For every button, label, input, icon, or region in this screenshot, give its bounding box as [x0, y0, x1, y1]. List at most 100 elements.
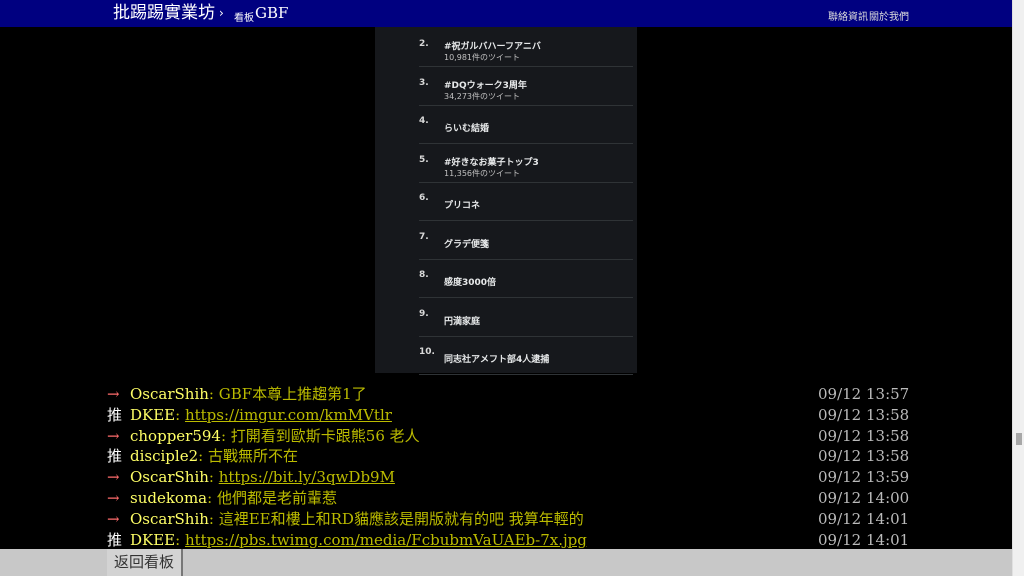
- push-username: OscarShih: [130, 385, 209, 403]
- trend-title: 円満家庭: [444, 316, 481, 327]
- push-content-text: :: [208, 468, 219, 487]
- push-content-text: :: [175, 530, 185, 549]
- trend-title: 同志社アメフト部4人逮捕: [444, 355, 550, 365]
- scrollbar-thumb[interactable]: [1016, 433, 1022, 445]
- push-content-link[interactable]: https://imgur.com/kmMVtlr: [185, 406, 392, 424]
- push-content-text: : GBF本尊上推趨第1了: [208, 385, 367, 403]
- push-userid: disciple2: 古戰無所不在: [130, 446, 298, 467]
- push-comment-row: → OscarShih: https://bit.ly/3qwDb9M 09/12 …: [107, 467, 917, 488]
- push-userid: OscarShih: GBF本尊上推趨第1了: [130, 384, 367, 405]
- push-userid: DKEE: https://pbs.twimg.com/media/Fcbubm…: [130, 530, 587, 551]
- push-userid: sudekoma: 他們都是老前輩惹: [130, 488, 337, 509]
- breadcrumb-separator: ›: [219, 6, 224, 20]
- top-bar: 批踢踢實業坊 › 看板 GBF 聯絡資訊 關於我們: [0, 0, 1012, 27]
- breadcrumb-board-prefix[interactable]: 看板: [234, 9, 254, 24]
- push-comment-row: 推 disciple2: 古戰無所不在 09/12 13:58: [107, 446, 917, 467]
- trend-title: プリコネ: [444, 201, 481, 211]
- push-timestamp: 09/12 13:58: [818, 447, 910, 466]
- trend-rank: 7.: [419, 231, 429, 242]
- trend-tweet-count: 10,981件のツイート: [444, 53, 520, 62]
- trend-item: 9. 円満家庭: [419, 299, 633, 337]
- trend-rank: 2.: [419, 39, 429, 49]
- back-to-board-button[interactable]: 返回看板: [107, 549, 184, 576]
- trend-tweet-count: 34,273件のツイート: [444, 91, 520, 101]
- push-timestamp: 09/12 14:00: [818, 489, 910, 507]
- push-tag: →: [107, 468, 120, 487]
- trend-title: らいむ結婚: [444, 124, 490, 134]
- push-tag: →: [107, 426, 120, 445]
- push-content: : 打開看到歐斯卡跟熊56 老人: [221, 427, 420, 445]
- push-content-link[interactable]: https://pbs.twimg.com/media/FcbubmVaUAEb…: [185, 531, 587, 549]
- trend-item: 6. プリコネ: [419, 183, 633, 221]
- trend-title: グラデ便箋: [444, 239, 490, 250]
- trend-item: 4. らいむ結婚: [419, 106, 633, 144]
- trend-tweet-count: 11,356件のツイート: [444, 168, 520, 178]
- push-timestamp: 09/12 14:01: [818, 530, 910, 549]
- push-username: chopper594: [130, 426, 221, 445]
- push-userid: OscarShih: https://bit.ly/3qwDb9M: [130, 467, 395, 488]
- push-content: : 古戰無所不在: [198, 447, 298, 465]
- push-username: DKEE: [130, 405, 176, 424]
- push-username: DKEE: [130, 530, 176, 549]
- push-content-text: :: [175, 405, 185, 424]
- about-link[interactable]: 關於我們: [869, 8, 909, 23]
- bottom-bar: 返回看板: [0, 549, 1012, 576]
- push-username: OscarShih: [130, 509, 209, 528]
- trend-rank: 4.: [419, 116, 429, 126]
- push-userid: DKEE: https://imgur.com/kmMVtlr: [130, 405, 392, 426]
- trend-item: 3. #DQウォーク3周年 34,273件のツイート: [419, 68, 633, 106]
- push-content-link[interactable]: https://bit.ly/3qwDb9M: [219, 468, 395, 486]
- push-comment-row: 推 DKEE: https://imgur.com/kmMVtlr 09/12 13…: [107, 405, 917, 426]
- push-content: : https://imgur.com/kmMVtlr: [175, 406, 392, 424]
- push-comment-row: → sudekoma: 他們都是老前輩惹 09/12 14:00: [107, 488, 917, 509]
- push-content: : 他們都是老前輩惹: [207, 489, 337, 507]
- trend-rank: 8.: [419, 270, 429, 280]
- push-timestamp: 09/12 13:57: [818, 385, 910, 403]
- push-tag: 推: [107, 530, 123, 549]
- trend-title: #DQウォーク3周年: [444, 80, 527, 91]
- trend-item: 10. 同志社アメフト部4人逮捕: [419, 337, 633, 375]
- push-content-text: : 古戰無所不在: [198, 447, 298, 466]
- push-content-text: : 他們都是老前輩惹: [207, 489, 337, 507]
- push-content: : https://pbs.twimg.com/media/FcbubmVaUA…: [175, 531, 587, 549]
- site-title-link[interactable]: 批踢踢實業坊: [113, 3, 215, 23]
- push-username: sudekoma: [130, 489, 208, 507]
- trend-rank: 5.: [419, 154, 429, 165]
- push-comment-row: → chopper594: 打開看到歐斯卡跟熊56 老人 09/12 13:58: [107, 426, 917, 447]
- trend-rank: 6.: [419, 193, 429, 203]
- push-timestamp: 09/12 13:59: [818, 468, 910, 487]
- trend-rank: 10.: [419, 347, 435, 357]
- trend-screenshot-image: 2. #祝ガルバハーフアニバ 10,981件のツイート 3. #DQウォーク3周年 34,…: [375, 27, 637, 375]
- push-content: : GBF本尊上推趨第1了: [209, 385, 367, 403]
- push-tag: →: [107, 489, 120, 507]
- push-comment-row: 推 DKEE: https://pbs.twimg.com/media/Fcbub…: [107, 530, 917, 551]
- trend-title: #祝ガルバハーフアニバ: [444, 42, 541, 52]
- push-timestamp: 09/12 13:58: [818, 405, 910, 424]
- push-comment-row: → OscarShih: GBF本尊上推趨第1了 09/12 13:57: [107, 384, 917, 405]
- trend-title: #好きなお菓子トップ3: [444, 157, 539, 168]
- push-timestamp: 09/12 14:01: [818, 509, 910, 528]
- push-tag: 推: [107, 405, 123, 424]
- push-tag: →: [107, 509, 120, 528]
- push-content-text: : 打開看到歐斯卡跟熊56 老人: [220, 426, 420, 445]
- trend-item: 5. #好きなお菓子トップ3 11,356件のツイート: [419, 145, 633, 183]
- push-username: disciple2: [130, 447, 199, 466]
- vertical-scrollbar[interactable]: [1012, 0, 1024, 576]
- push-userid: chopper594: 打開看到歐斯卡跟熊56 老人: [130, 426, 420, 447]
- push-username: OscarShih: [130, 468, 209, 487]
- push-content-text: : 這裡EE和樓上和RD貓應該是開版就有的吧 我算年輕的: [208, 509, 584, 528]
- breadcrumb-board-name[interactable]: GBF: [255, 4, 288, 22]
- trend-title: 感度3000倍: [444, 278, 497, 288]
- push-tag: 推: [107, 447, 123, 466]
- trend-rank: 3.: [419, 77, 429, 88]
- contact-link[interactable]: 聯絡資訊: [828, 8, 868, 23]
- push-content: : https://bit.ly/3qwDb9M: [209, 468, 395, 486]
- trend-item: 2. #祝ガルバハーフアニバ 10,981件のツイート: [419, 29, 633, 67]
- trend-rank: 9.: [419, 308, 429, 319]
- push-timestamp: 09/12 13:58: [818, 426, 910, 445]
- trend-item: 8. 感度3000倍: [419, 260, 633, 298]
- push-content: : 這裡EE和樓上和RD貓應該是開版就有的吧 我算年輕的: [209, 510, 584, 528]
- trend-item: 7. グラデ便箋: [419, 222, 633, 260]
- push-tag: →: [107, 385, 120, 403]
- push-comment-row: → OscarShih: 這裡EE和樓上和RD貓應該是開版就有的吧 我算年輕的 09…: [107, 509, 917, 530]
